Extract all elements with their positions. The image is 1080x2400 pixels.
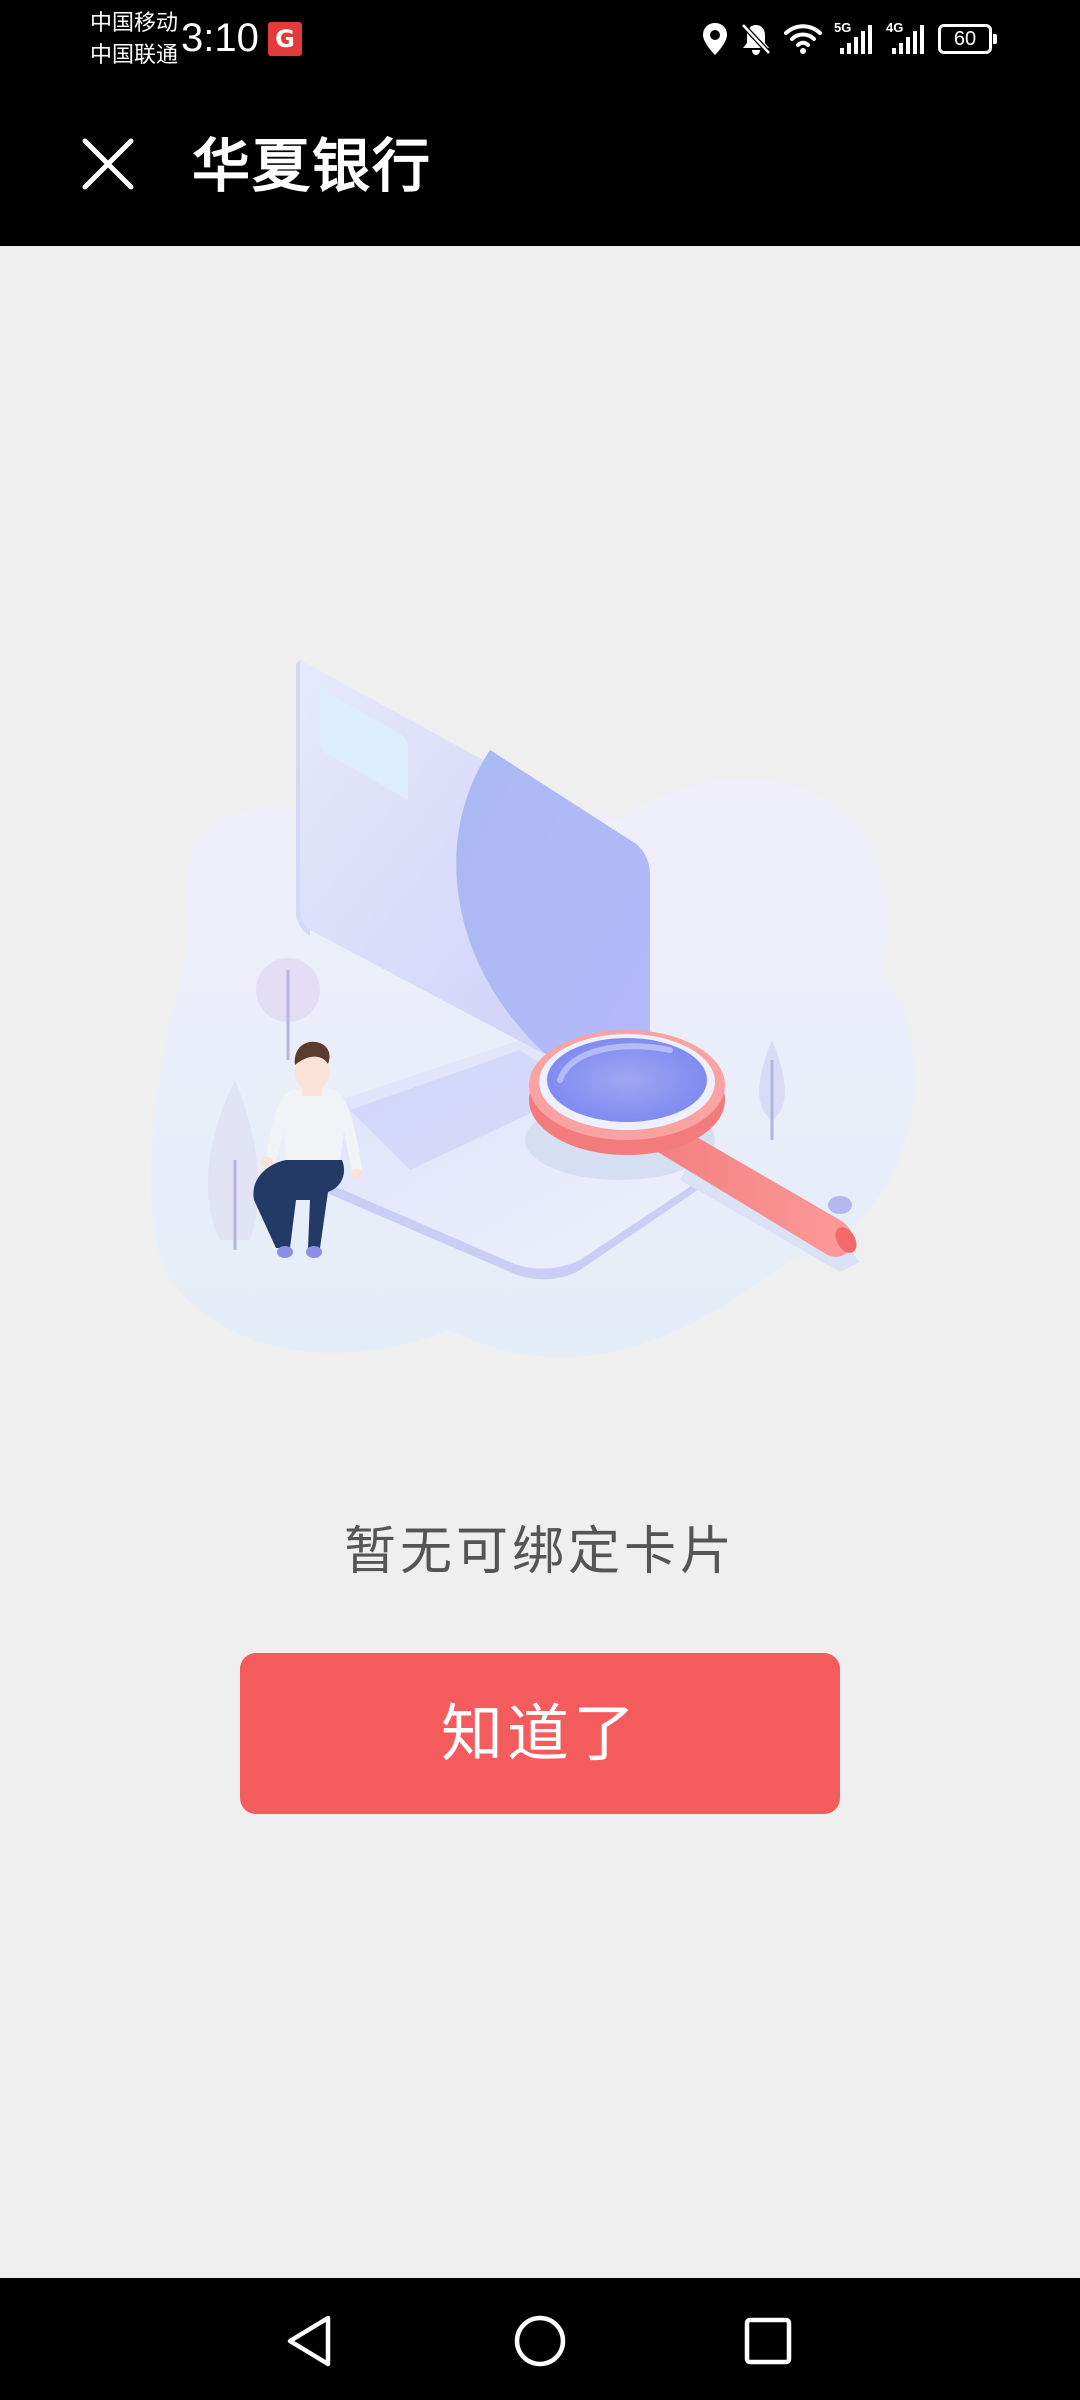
nav-back-button[interactable] <box>274 2308 344 2378</box>
battery-level: 60 <box>953 28 977 50</box>
system-nav-bar <box>0 2278 1080 2400</box>
status-time: 3:10 <box>181 16 259 60</box>
recents-icon <box>743 2316 793 2370</box>
battery-icon: 60 <box>938 24 997 54</box>
back-icon <box>284 2314 334 2372</box>
close-icon <box>81 137 135 195</box>
wifi-icon <box>784 23 822 55</box>
signal-5g-icon: 5G <box>834 20 874 56</box>
home-icon <box>513 2314 567 2372</box>
nav-recents-button[interactable] <box>733 2308 803 2378</box>
title-bar: 华夏银行 <box>0 78 1080 246</box>
carrier-labels: 中国移动 中国联通 <box>90 8 178 72</box>
location-icon <box>702 22 728 56</box>
close-button[interactable] <box>66 124 150 208</box>
status-bar: 中国移动 中国联通 3:10 G 5G 4G 60 <box>0 0 1080 78</box>
app-notification-icon: G <box>268 22 302 56</box>
card-search-empty-illustration <box>150 640 930 1420</box>
signal-4g-icon: 4G <box>886 20 926 56</box>
nav-home-button[interactable] <box>505 2308 575 2378</box>
confirm-button[interactable]: 知道了 <box>240 1653 840 1814</box>
empty-state-message: 暂无可绑定卡片 <box>343 1522 736 1582</box>
status-icons: 5G 4G 60 <box>702 18 997 60</box>
carrier-2: 中国联通 <box>90 43 179 68</box>
bell-muted-icon <box>740 22 772 56</box>
page-title: 华夏银行 <box>192 132 433 200</box>
carrier-1: 中国移动 <box>90 11 179 36</box>
